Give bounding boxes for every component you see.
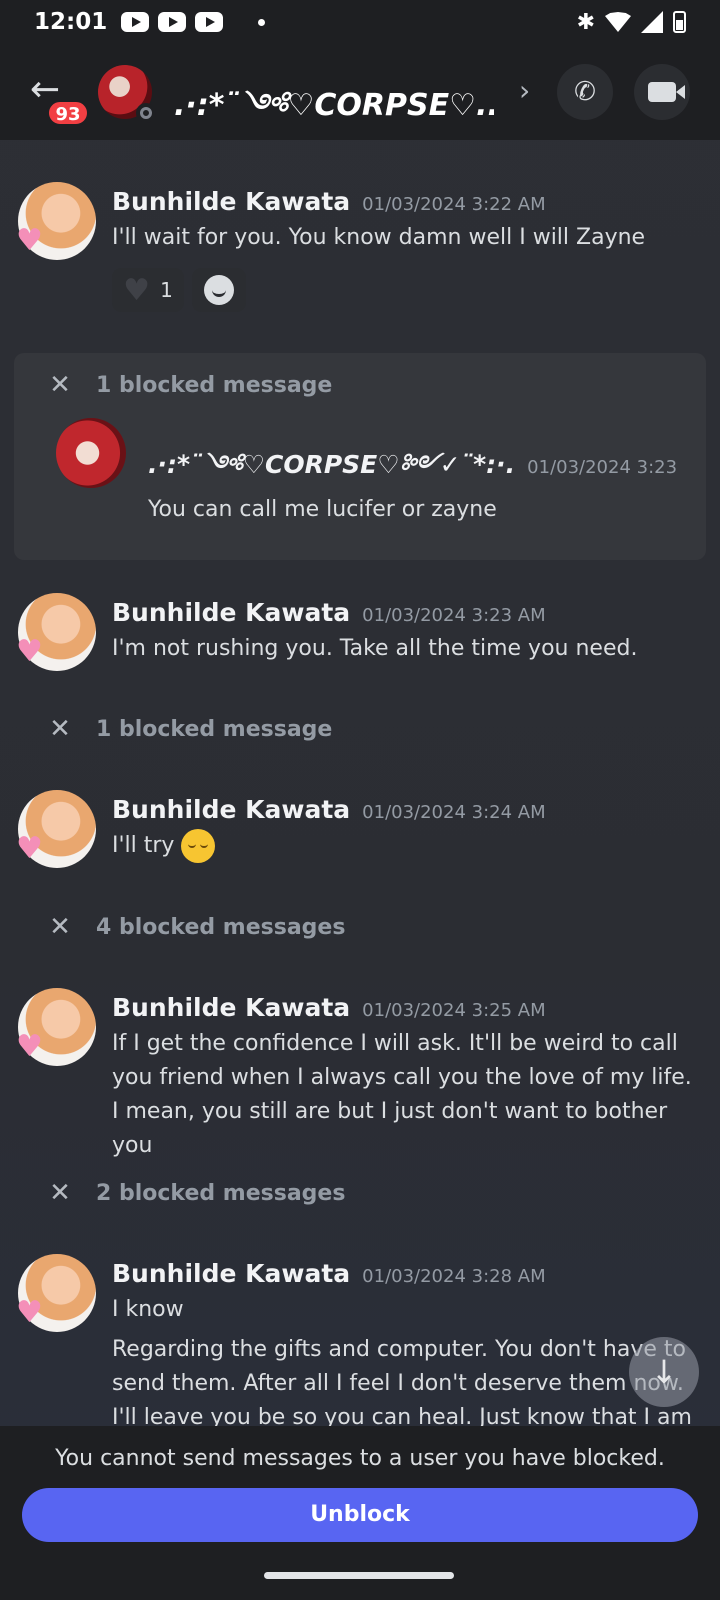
status-bar: 12:01 ✱ [0, 0, 720, 44]
close-icon[interactable]: ✕ [32, 714, 88, 744]
bluetooth-icon: ✱ [576, 9, 595, 35]
message-text: I know [112, 1297, 184, 1322]
add-reaction-button[interactable] [192, 268, 246, 312]
message-header: Bunhilde Kawata 01/03/2024 3:25 AM [112, 993, 546, 1022]
heart-icon: ♥ [123, 272, 151, 308]
unread-badge: 93 [47, 100, 89, 126]
reaction-count: 1 [160, 278, 173, 302]
author-name[interactable]: Bunhilde Kawata [112, 993, 350, 1022]
blocked-toggle[interactable]: ✕ 1 blocked message [32, 370, 332, 400]
message-content: I'll try [112, 829, 692, 863]
video-call-icon [648, 82, 685, 102]
avatar[interactable] [56, 418, 126, 488]
video-call-button[interactable] [634, 64, 690, 120]
blocked-toggle[interactable]: ✕ 1 blocked message [32, 714, 332, 744]
blocked-label: 1 blocked message [96, 372, 333, 398]
battery-icon [673, 11, 686, 33]
pensive-emoji-icon [181, 829, 216, 863]
message-timestamp: 01/03/2024 3:23 [527, 457, 678, 478]
message-timestamp: 01/03/2024 3:28 AM [362, 1266, 546, 1287]
message-text: I'm not rushing you. Take all the time y… [112, 636, 638, 661]
message-timestamp: 01/03/2024 3:24 AM [362, 802, 546, 823]
system-nav-bar [0, 1556, 720, 1600]
author-name[interactable]: .·:*¨༺♡CORPSE♡༻✓¨*:·. [148, 450, 515, 479]
jump-to-present-button[interactable]: ↓ [629, 1337, 699, 1407]
message-timestamp: 01/03/2024 3:23 AM [362, 605, 546, 626]
author-name[interactable]: Bunhilde Kawata [112, 187, 350, 216]
author-name[interactable]: Bunhilde Kawata [112, 1259, 350, 1288]
author-name[interactable]: Bunhilde Kawata [112, 598, 350, 627]
blocked-toggle[interactable]: ✕ 4 blocked messages [32, 912, 345, 942]
channel-title[interactable]: .·:*¨༺♡CORPSE♡... [174, 72, 494, 156]
youtube-notification-icon [121, 12, 150, 32]
message-header: Bunhilde Kawata 01/03/2024 3:22 AM [112, 187, 546, 216]
chevron-right-icon[interactable]: › [519, 74, 530, 107]
smiley-icon [204, 275, 234, 305]
avatar[interactable] [16, 1254, 96, 1332]
message-header: Bunhilde Kawata 01/03/2024 3:28 AM [112, 1259, 546, 1288]
avatar[interactable] [16, 790, 96, 868]
message-header: Bunhilde Kawata 01/03/2024 3:24 AM [112, 795, 546, 824]
message-text: I'll try [112, 833, 175, 858]
message-text: You can call me lucifer or zayne [148, 497, 497, 522]
close-icon[interactable]: ✕ [32, 370, 88, 400]
youtube-notification-icon [195, 12, 224, 32]
wifi-icon [605, 12, 631, 32]
message-text: I'll wait for you. You know damn well I … [112, 225, 646, 250]
arrow-down-icon: ↓ [650, 1353, 678, 1391]
blocked-label: 2 blocked messages [96, 1180, 346, 1206]
offline-status-icon [136, 103, 156, 123]
message-text: Regarding the gifts and computer. You do… [112, 1337, 692, 1426]
avatar[interactable] [16, 182, 96, 260]
avatar[interactable] [16, 593, 96, 671]
unblock-button[interactable]: Unblock [22, 1488, 698, 1542]
close-icon[interactable]: ✕ [32, 1178, 88, 1208]
blocked-label: 4 blocked messages [96, 914, 346, 940]
phone-call-icon: ✆ [574, 77, 596, 107]
reaction-chip[interactable]: ♥ 1 [112, 268, 184, 312]
blocked-label: 1 blocked message [96, 716, 333, 742]
chat-header: ← 93 .·:*¨༺♡CORPSE♡... › ✆ [0, 44, 720, 140]
message-header: Bunhilde Kawata 01/03/2024 3:23 AM [112, 598, 546, 627]
home-gesture-bar[interactable] [264, 1572, 454, 1579]
message-timestamp: 01/03/2024 3:25 AM [362, 1000, 546, 1021]
message-text: If I get the confidence I will ask. It'l… [112, 1031, 692, 1158]
youtube-notification-icon [158, 12, 187, 32]
more-notifications-icon [258, 18, 266, 26]
blocked-footer: You cannot send messages to a user you h… [0, 1426, 720, 1556]
author-name[interactable]: Bunhilde Kawata [112, 795, 350, 824]
blocked-notice: You cannot send messages to a user you h… [55, 1446, 665, 1471]
system-icons: ✱ [577, 10, 686, 35]
close-icon[interactable]: ✕ [32, 912, 88, 942]
cell-signal-icon [641, 11, 663, 33]
avatar[interactable] [16, 988, 96, 1066]
clock: 12:01 [34, 9, 108, 35]
voice-call-button[interactable]: ✆ [557, 64, 613, 120]
blocked-toggle[interactable]: ✕ 2 blocked messages [32, 1178, 345, 1208]
message-timestamp: 01/03/2024 3:22 AM [362, 194, 546, 215]
